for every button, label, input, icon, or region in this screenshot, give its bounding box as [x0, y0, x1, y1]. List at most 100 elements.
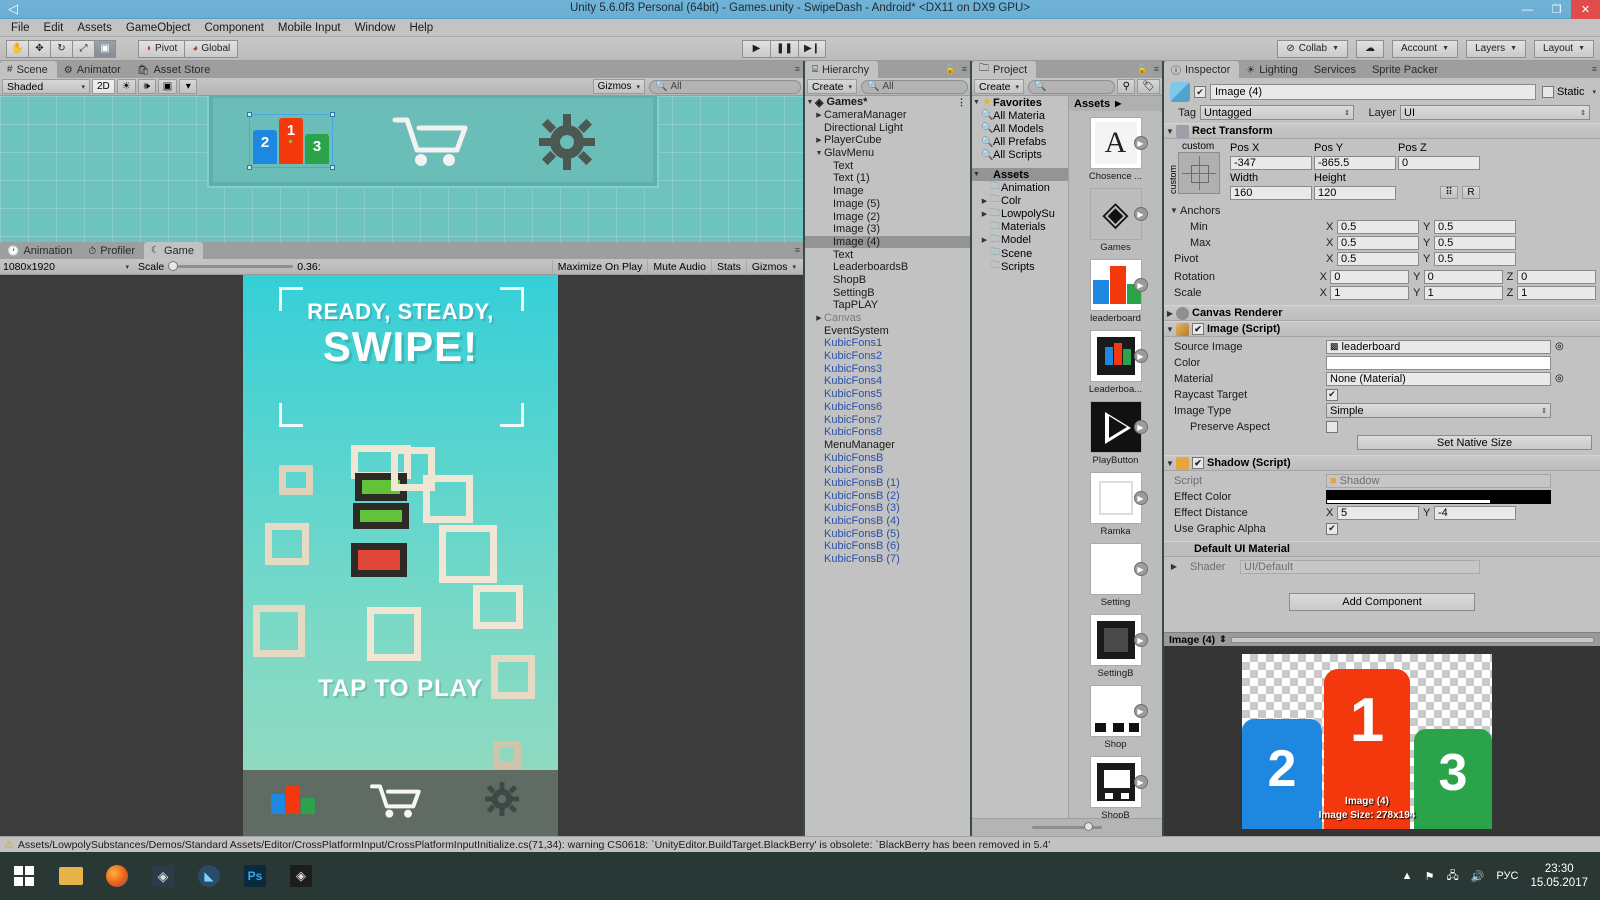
- asset-expand-icon[interactable]: ▶: [1133, 349, 1148, 363]
- taskbar-folder-icon[interactable]: [48, 852, 94, 900]
- menu-help[interactable]: Help: [402, 21, 440, 35]
- hierarchy-item[interactable]: ShopB: [805, 274, 970, 287]
- asset-expand-icon[interactable]: ▶: [1133, 278, 1148, 292]
- scene-audio-icon[interactable]: 🕪: [137, 79, 156, 94]
- pos-x-input[interactable]: -347: [1230, 155, 1312, 170]
- inspector-tab-menu-icon[interactable]: ≡: [1592, 64, 1597, 74]
- tab-lighting[interactable]: ☀ Lighting: [1239, 62, 1307, 78]
- menu-edit[interactable]: Edit: [37, 21, 71, 35]
- project-zoom-slider[interactable]: [1032, 822, 1102, 831]
- hierarchy-item[interactable]: KubicFons1: [805, 337, 970, 350]
- draw-mode-dropdown[interactable]: Shaded ▾: [2, 79, 90, 94]
- taskbar-unity-icon[interactable]: ◈: [140, 852, 186, 900]
- effect-distance-x-input[interactable]: 5: [1337, 505, 1419, 520]
- gizmos-dropdown[interactable]: Gizmos ▾: [592, 79, 645, 94]
- project-asset-grid[interactable]: Assets ▶ A ▶ Chosence ... ◈ ▶ Games ▶ leaderboa…: [1069, 96, 1162, 818]
- asset-item[interactable]: A ▶ Chosence ...: [1069, 117, 1162, 182]
- project-favorites-header[interactable]: ▼ ★ Favorites: [972, 96, 1068, 109]
- network-icon[interactable]: 🖧: [1446, 867, 1458, 886]
- anchor-max-y-input[interactable]: 0.5: [1434, 235, 1516, 250]
- asset-item[interactable]: ◈ ▶ Games: [1069, 188, 1162, 253]
- hierarchy-item[interactable]: KubicFonsB (2): [805, 489, 970, 502]
- chevron-right-icon[interactable]: ▶: [980, 197, 989, 205]
- asset-thumbnail[interactable]: ▶: [1089, 401, 1148, 453]
- layer-dropdown[interactable]: UI ⇕: [1400, 105, 1590, 120]
- asset-item[interactable]: ▶ Leaderboa...: [1069, 330, 1162, 395]
- asset-expand-icon[interactable]: ▶: [1133, 775, 1148, 789]
- pause-button[interactable]: ❚❚: [770, 39, 798, 58]
- maximize-button[interactable]: ❐: [1542, 0, 1571, 19]
- account-button[interactable]: Account ▼: [1392, 39, 1459, 58]
- hierarchy-item[interactable]: KubicFons3: [805, 362, 970, 375]
- chevron-down-icon[interactable]: ▼: [805, 99, 815, 106]
- tab-services[interactable]: Services: [1307, 62, 1365, 78]
- menu-assets[interactable]: Assets: [70, 21, 119, 35]
- menu-window[interactable]: Window: [348, 21, 403, 35]
- hierarchy-item[interactable]: EventSystem: [805, 324, 970, 337]
- chevron-right-icon[interactable]: ▶: [980, 210, 989, 218]
- minimize-button[interactable]: —: [1513, 0, 1542, 19]
- pivot-handle[interactable]: [288, 139, 293, 144]
- shop-button[interactable]: [368, 780, 428, 822]
- pivot-x-input[interactable]: 0.5: [1337, 251, 1419, 266]
- width-input[interactable]: 160: [1230, 185, 1312, 200]
- blueprint-mode-button[interactable]: R: [1462, 186, 1480, 199]
- scene-menu-icon[interactable]: ⋮: [957, 97, 966, 108]
- object-name-field[interactable]: Image (4): [1210, 84, 1536, 100]
- rect-tool-icon[interactable]: ▣: [94, 39, 116, 58]
- asset-expand-icon[interactable]: ▶: [1133, 704, 1148, 718]
- taskbar-photoshop-icon[interactable]: Ps: [232, 852, 278, 900]
- layout-button[interactable]: Layout ▼: [1534, 39, 1594, 58]
- source-image-field[interactable]: ▩ leaderboard: [1326, 339, 1551, 354]
- scale-slider[interactable]: [168, 261, 294, 271]
- language-indicator[interactable]: РУС: [1496, 870, 1518, 882]
- disclosure-triangle-icon[interactable]: ▶: [814, 111, 824, 119]
- tab-sprite-packer[interactable]: Sprite Packer: [1365, 62, 1447, 78]
- anchor-max-x-input[interactable]: 0.5: [1337, 235, 1419, 250]
- hierarchy-create-button[interactable]: Create ▾: [807, 79, 858, 94]
- game-viewport[interactable]: READY, STEADY, SWIPE! TAP TO PLAY: [0, 275, 803, 836]
- hierarchy-item[interactable]: KubicFons8: [805, 426, 970, 439]
- preserve-aspect-checkbox[interactable]: [1326, 420, 1338, 433]
- raw-edit-mode-icon[interactable]: ⠿: [1440, 186, 1458, 199]
- asset-expand-icon[interactable]: ▶: [1133, 633, 1148, 647]
- scale-tool-icon[interactable]: ⤢: [72, 39, 94, 58]
- chevron-down-icon[interactable]: ▼: [1164, 325, 1176, 334]
- chevron-down-icon[interactable]: ▼: [972, 171, 981, 178]
- use-graphic-alpha-checkbox[interactable]: ✔: [1326, 522, 1338, 535]
- asset-thumbnail[interactable]: A ▶: [1089, 117, 1148, 169]
- project-folder-item[interactable]: ▶ 🗀 LowpolySu: [972, 208, 1068, 221]
- project-create-button[interactable]: Create ▾: [974, 79, 1025, 94]
- hierarchy-item[interactable]: Directional Light: [805, 121, 970, 134]
- asset-expand-icon[interactable]: ▶: [1133, 136, 1148, 150]
- effect-distance-y-input[interactable]: -4: [1434, 505, 1516, 520]
- hierarchy-item[interactable]: KubicFonsB: [805, 451, 970, 464]
- menu-component[interactable]: Component: [197, 21, 270, 35]
- chevron-down-icon[interactable]: ▼: [972, 99, 981, 106]
- asset-thumbnail[interactable]: ▶: [1089, 330, 1148, 382]
- asset-thumbnail[interactable]: ▶: [1089, 756, 1148, 808]
- asset-expand-icon[interactable]: ▶: [1133, 562, 1148, 576]
- static-checkbox[interactable]: [1541, 86, 1554, 98]
- hierarchy-item[interactable]: Text: [805, 159, 970, 172]
- status-bar[interactable]: ⚠ Assets/LowpolySubstances/Demos/Standar…: [0, 836, 1600, 852]
- hierarchy-item[interactable]: LeaderboardsB: [805, 261, 970, 274]
- global-toggle[interactable]: ◕ Global: [184, 39, 239, 58]
- chevron-right-icon[interactable]: ▶: [1164, 309, 1176, 318]
- tab-project[interactable]: 🗀 Project: [972, 61, 1037, 78]
- asset-item-list[interactable]: A ▶ Chosence ... ◈ ▶ Games ▶ leaderboard ▶ Leader…: [1069, 117, 1162, 818]
- project-folder-item[interactable]: 🗀 Scripts: [972, 260, 1068, 273]
- settings-button[interactable]: [485, 782, 519, 816]
- effect-color-swatch[interactable]: [1326, 489, 1551, 504]
- hierarchy-item[interactable]: MenuManager: [805, 439, 970, 452]
- asset-thumbnail[interactable]: ◈ ▶: [1089, 188, 1148, 240]
- flag-icon[interactable]: ⚑: [1425, 870, 1435, 883]
- set-native-size-button[interactable]: Set Native Size: [1357, 435, 1592, 450]
- close-button[interactable]: ✕: [1571, 0, 1600, 19]
- add-component-button[interactable]: Add Component: [1289, 593, 1475, 611]
- project-folder-item[interactable]: 🗀 Animation: [972, 181, 1068, 194]
- project-favorite-item[interactable]: 🔍 All Scripts: [972, 149, 1068, 162]
- disclosure-triangle-icon[interactable]: ▶: [814, 314, 824, 322]
- tab-animation[interactable]: 🕐 Animation: [0, 243, 81, 259]
- hierarchy-item[interactable]: KubicFonsB (5): [805, 527, 970, 540]
